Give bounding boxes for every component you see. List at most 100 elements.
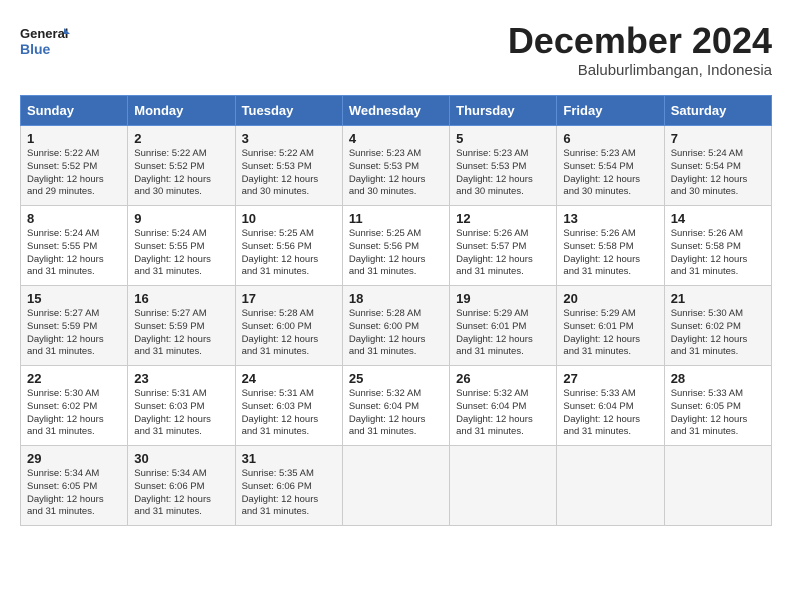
calendar-cell: 29 Sunrise: 5:34 AMSunset: 6:05 PMDaylig… (21, 446, 128, 526)
calendar-cell (450, 446, 557, 526)
weekday-header-monday: Monday (128, 96, 235, 126)
day-number: 24 (242, 371, 336, 386)
day-info: Sunrise: 5:29 AMSunset: 6:01 PMDaylight:… (563, 308, 640, 357)
day-number: 28 (671, 371, 765, 386)
day-info: Sunrise: 5:31 AMSunset: 6:03 PMDaylight:… (242, 388, 319, 437)
day-info: Sunrise: 5:34 AMSunset: 6:06 PMDaylight:… (134, 468, 211, 517)
calendar-cell: 24 Sunrise: 5:31 AMSunset: 6:03 PMDaylig… (235, 366, 342, 446)
day-number: 9 (134, 211, 228, 226)
day-info: Sunrise: 5:27 AMSunset: 5:59 PMDaylight:… (134, 308, 211, 357)
day-number: 1 (27, 131, 121, 146)
day-info: Sunrise: 5:26 AMSunset: 5:58 PMDaylight:… (671, 228, 748, 277)
calendar-cell: 15 Sunrise: 5:27 AMSunset: 5:59 PMDaylig… (21, 286, 128, 366)
logo: General Blue (20, 20, 70, 60)
calendar-cell: 25 Sunrise: 5:32 AMSunset: 6:04 PMDaylig… (342, 366, 449, 446)
day-info: Sunrise: 5:26 AMSunset: 5:57 PMDaylight:… (456, 228, 533, 277)
calendar-cell: 16 Sunrise: 5:27 AMSunset: 5:59 PMDaylig… (128, 286, 235, 366)
calendar-cell: 11 Sunrise: 5:25 AMSunset: 5:56 PMDaylig… (342, 206, 449, 286)
calendar-cell: 4 Sunrise: 5:23 AMSunset: 5:53 PMDayligh… (342, 126, 449, 206)
day-number: 25 (349, 371, 443, 386)
weekday-header-tuesday: Tuesday (235, 96, 342, 126)
day-info: Sunrise: 5:27 AMSunset: 5:59 PMDaylight:… (27, 308, 104, 357)
calendar-cell: 21 Sunrise: 5:30 AMSunset: 6:02 PMDaylig… (664, 286, 771, 366)
calendar-week-4: 22 Sunrise: 5:30 AMSunset: 6:02 PMDaylig… (21, 366, 772, 446)
day-number: 30 (134, 451, 228, 466)
calendar-cell: 9 Sunrise: 5:24 AMSunset: 5:55 PMDayligh… (128, 206, 235, 286)
day-number: 19 (456, 291, 550, 306)
day-info: Sunrise: 5:31 AMSunset: 6:03 PMDaylight:… (134, 388, 211, 437)
day-info: Sunrise: 5:35 AMSunset: 6:06 PMDaylight:… (242, 468, 319, 517)
day-info: Sunrise: 5:30 AMSunset: 6:02 PMDaylight:… (27, 388, 104, 437)
calendar-cell: 10 Sunrise: 5:25 AMSunset: 5:56 PMDaylig… (235, 206, 342, 286)
day-info: Sunrise: 5:22 AMSunset: 5:52 PMDaylight:… (134, 148, 211, 197)
day-number: 11 (349, 211, 443, 226)
svg-text:General: General (20, 26, 68, 41)
weekday-header-thursday: Thursday (450, 96, 557, 126)
day-number: 21 (671, 291, 765, 306)
weekday-header-saturday: Saturday (664, 96, 771, 126)
day-info: Sunrise: 5:24 AMSunset: 5:55 PMDaylight:… (27, 228, 104, 277)
day-info: Sunrise: 5:28 AMSunset: 6:00 PMDaylight:… (242, 308, 319, 357)
day-number: 16 (134, 291, 228, 306)
day-number: 22 (27, 371, 121, 386)
day-number: 14 (671, 211, 765, 226)
calendar-cell: 2 Sunrise: 5:22 AMSunset: 5:52 PMDayligh… (128, 126, 235, 206)
day-number: 12 (456, 211, 550, 226)
calendar-week-5: 29 Sunrise: 5:34 AMSunset: 6:05 PMDaylig… (21, 446, 772, 526)
calendar-cell: 30 Sunrise: 5:34 AMSunset: 6:06 PMDaylig… (128, 446, 235, 526)
calendar-cell: 23 Sunrise: 5:31 AMSunset: 6:03 PMDaylig… (128, 366, 235, 446)
calendar-cell: 26 Sunrise: 5:32 AMSunset: 6:04 PMDaylig… (450, 366, 557, 446)
calendar-cell: 31 Sunrise: 5:35 AMSunset: 6:06 PMDaylig… (235, 446, 342, 526)
day-number: 7 (671, 131, 765, 146)
weekday-header-friday: Friday (557, 96, 664, 126)
calendar-cell: 27 Sunrise: 5:33 AMSunset: 6:04 PMDaylig… (557, 366, 664, 446)
month-title: December 2024 (508, 20, 772, 62)
calendar-cell: 22 Sunrise: 5:30 AMSunset: 6:02 PMDaylig… (21, 366, 128, 446)
day-info: Sunrise: 5:32 AMSunset: 6:04 PMDaylight:… (456, 388, 533, 437)
day-info: Sunrise: 5:22 AMSunset: 5:53 PMDaylight:… (242, 148, 319, 197)
day-number: 17 (242, 291, 336, 306)
logo-svg: General Blue (20, 20, 70, 60)
day-number: 8 (27, 211, 121, 226)
day-info: Sunrise: 5:33 AMSunset: 6:05 PMDaylight:… (671, 388, 748, 437)
calendar-week-3: 15 Sunrise: 5:27 AMSunset: 5:59 PMDaylig… (21, 286, 772, 366)
calendar-cell: 7 Sunrise: 5:24 AMSunset: 5:54 PMDayligh… (664, 126, 771, 206)
day-number: 23 (134, 371, 228, 386)
calendar-cell: 20 Sunrise: 5:29 AMSunset: 6:01 PMDaylig… (557, 286, 664, 366)
calendar-table: SundayMondayTuesdayWednesdayThursdayFrid… (20, 95, 772, 526)
calendar-cell (342, 446, 449, 526)
day-number: 20 (563, 291, 657, 306)
day-info: Sunrise: 5:23 AMSunset: 5:54 PMDaylight:… (563, 148, 640, 197)
day-number: 18 (349, 291, 443, 306)
calendar-week-2: 8 Sunrise: 5:24 AMSunset: 5:55 PMDayligh… (21, 206, 772, 286)
day-number: 6 (563, 131, 657, 146)
calendar-cell (664, 446, 771, 526)
day-number: 2 (134, 131, 228, 146)
day-number: 27 (563, 371, 657, 386)
day-info: Sunrise: 5:30 AMSunset: 6:02 PMDaylight:… (671, 308, 748, 357)
calendar-cell: 1 Sunrise: 5:22 AMSunset: 5:52 PMDayligh… (21, 126, 128, 206)
calendar-cell: 12 Sunrise: 5:26 AMSunset: 5:57 PMDaylig… (450, 206, 557, 286)
day-info: Sunrise: 5:33 AMSunset: 6:04 PMDaylight:… (563, 388, 640, 437)
calendar-cell: 5 Sunrise: 5:23 AMSunset: 5:53 PMDayligh… (450, 126, 557, 206)
day-info: Sunrise: 5:29 AMSunset: 6:01 PMDaylight:… (456, 308, 533, 357)
day-info: Sunrise: 5:22 AMSunset: 5:52 PMDaylight:… (27, 148, 104, 197)
day-number: 10 (242, 211, 336, 226)
calendar-week-1: 1 Sunrise: 5:22 AMSunset: 5:52 PMDayligh… (21, 126, 772, 206)
day-info: Sunrise: 5:25 AMSunset: 5:56 PMDaylight:… (242, 228, 319, 277)
svg-text:Blue: Blue (20, 41, 51, 57)
weekday-header-wednesday: Wednesday (342, 96, 449, 126)
day-info: Sunrise: 5:24 AMSunset: 5:55 PMDaylight:… (134, 228, 211, 277)
day-info: Sunrise: 5:23 AMSunset: 5:53 PMDaylight:… (456, 148, 533, 197)
calendar-cell: 14 Sunrise: 5:26 AMSunset: 5:58 PMDaylig… (664, 206, 771, 286)
day-info: Sunrise: 5:24 AMSunset: 5:54 PMDaylight:… (671, 148, 748, 197)
day-info: Sunrise: 5:34 AMSunset: 6:05 PMDaylight:… (27, 468, 104, 517)
day-number: 4 (349, 131, 443, 146)
weekday-header-sunday: Sunday (21, 96, 128, 126)
day-number: 13 (563, 211, 657, 226)
day-number: 31 (242, 451, 336, 466)
title-block: December 2024 Baluburlimbangan, Indonesi… (508, 20, 772, 79)
day-number: 29 (27, 451, 121, 466)
day-info: Sunrise: 5:26 AMSunset: 5:58 PMDaylight:… (563, 228, 640, 277)
calendar-cell: 3 Sunrise: 5:22 AMSunset: 5:53 PMDayligh… (235, 126, 342, 206)
